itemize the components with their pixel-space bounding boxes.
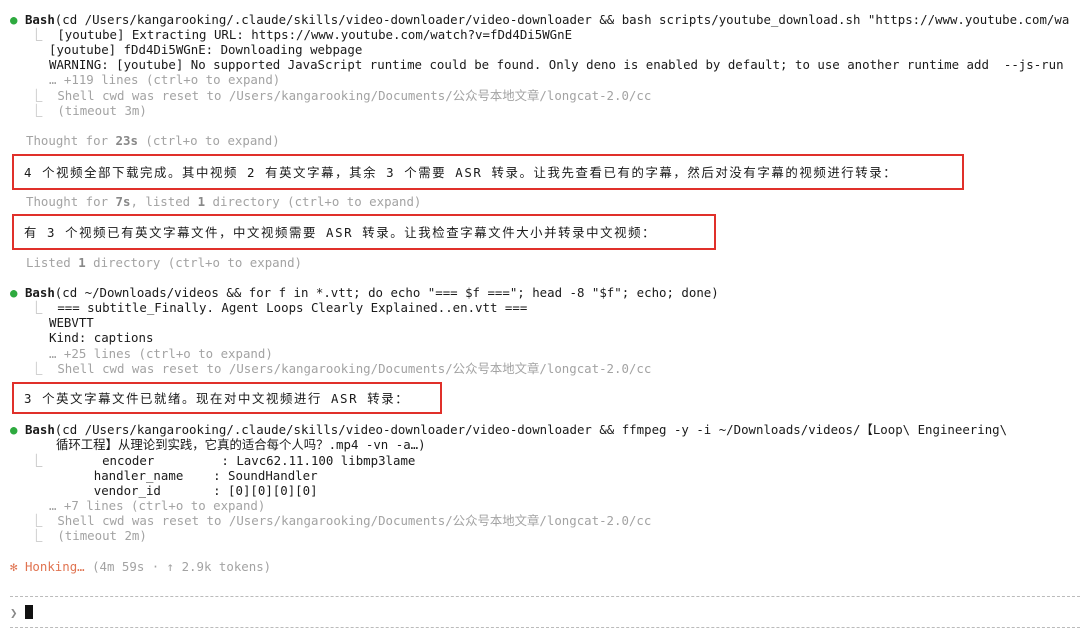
assistant-message: 有 3 个视频已有英文字幕文件，中文视频需要 ASR 转录。让我检查字幕文件大小… (12, 214, 716, 250)
success-dot-icon: ● (10, 12, 18, 27)
tree-branch-icon: ⎿ (30, 300, 43, 315)
tool-command: (cd /Users/kangarooking/.claude/skills/v… (54, 422, 1008, 437)
tool-output-line: handler_name : SoundHandler (49, 468, 318, 483)
tree-branch-icon: ⎿ (30, 88, 43, 103)
tool-output-line: vendor_id : [0][0][0][0] (49, 483, 318, 498)
text-cursor (25, 605, 34, 619)
thought-toggle[interactable]: Thought for 23s (ctrl+o to expand) (26, 133, 280, 148)
input-divider-bottom (10, 627, 1080, 628)
tool-command: (cd /Users/kangarooking/.claude/skills/v… (54, 12, 1070, 27)
tree-branch-icon: ⎿ (30, 528, 43, 543)
timeout-note: ⎿ (timeout 2m) (30, 528, 147, 543)
tree-branch-icon: ⎿ (30, 27, 43, 42)
shell-cwd-note: ⎿ Shell cwd was reset to /Users/kangaroo… (30, 88, 652, 103)
tool-name: Bash (24, 12, 55, 27)
assistant-message: 4 个视频全部下载完成。其中视频 2 有英文字幕，其余 3 个需要 ASR 转录… (12, 154, 964, 190)
tool-call-header: ● Bash(cd ~/Downloads/videos && for f in… (10, 285, 719, 300)
tree-branch-icon: ⎿ (30, 513, 43, 528)
input-divider-top (10, 596, 1080, 597)
prompt-input[interactable]: ❯ (10, 605, 34, 620)
expand-more-lines[interactable]: … +7 lines (ctrl+o to expand) (49, 498, 265, 513)
status-meta: (4m 59s · ↑ 2.9k tokens) (84, 559, 272, 574)
tool-output-line: [youtube] fDd4Di5WGnE: Downloading webpa… (49, 42, 363, 57)
success-dot-icon: ● (10, 422, 18, 437)
thought-toggle[interactable]: Thought for 7s, listed 1 directory (ctrl… (26, 194, 421, 209)
tool-call-header: ● Bash(cd /Users/kangarooking/.claude/sk… (10, 422, 1007, 437)
success-dot-icon: ● (10, 285, 18, 300)
tool-name: Bash (24, 285, 55, 300)
shell-cwd-note: ⎿ Shell cwd was reset to /Users/kangaroo… (30, 513, 652, 528)
tool-output-line: ⎿ === subtitle_Finally. Agent Loops Clea… (30, 300, 528, 315)
tool-output-line: Kind: captions (49, 330, 154, 345)
tree-branch-icon: ⎿ (30, 361, 43, 376)
listed-directory-toggle[interactable]: Listed 1 directory (ctrl+o to expand) (26, 255, 302, 270)
tree-branch-icon: ⎿ (30, 453, 43, 468)
tool-name: Bash (24, 422, 55, 437)
prompt-chevron-icon: ❯ (10, 605, 18, 620)
tool-output-line: ⎿ encoder : Lavc62.11.100 libmp3lame (30, 453, 416, 468)
expand-more-lines[interactable]: … +119 lines (ctrl+o to expand) (49, 72, 280, 87)
spinner-star-icon: ✻ (10, 559, 18, 574)
tree-branch-icon: ⎿ (30, 103, 43, 118)
tool-command: (cd ~/Downloads/videos && for f in *.vtt… (54, 285, 719, 300)
tool-call-header: ● Bash(cd /Users/kangarooking/.claude/sk… (10, 12, 1069, 27)
timeout-note: ⎿ (timeout 3m) (30, 103, 147, 118)
tool-output-line: ⎿ [youtube] Extracting URL: https://www.… (30, 27, 573, 42)
expand-more-lines[interactable]: … +25 lines (ctrl+o to expand) (49, 346, 273, 361)
status-line: ✻ Honking… (4m 59s · ↑ 2.9k tokens) (10, 559, 271, 574)
tool-command-continuation: 循环工程】从理论到实践，它真的适合每个人吗？.mp4 -vn -a…) (56, 437, 426, 452)
assistant-message: 3 个英文字幕文件已就绪。现在对中文视频进行 ASR 转录： (12, 382, 442, 414)
status-label: Honking… (24, 559, 85, 574)
shell-cwd-note: ⎿ Shell cwd was reset to /Users/kangaroo… (30, 361, 652, 376)
tool-output-line: WEBVTT (49, 315, 94, 330)
tool-output-line: WARNING: [youtube] No supported JavaScri… (49, 57, 1064, 72)
